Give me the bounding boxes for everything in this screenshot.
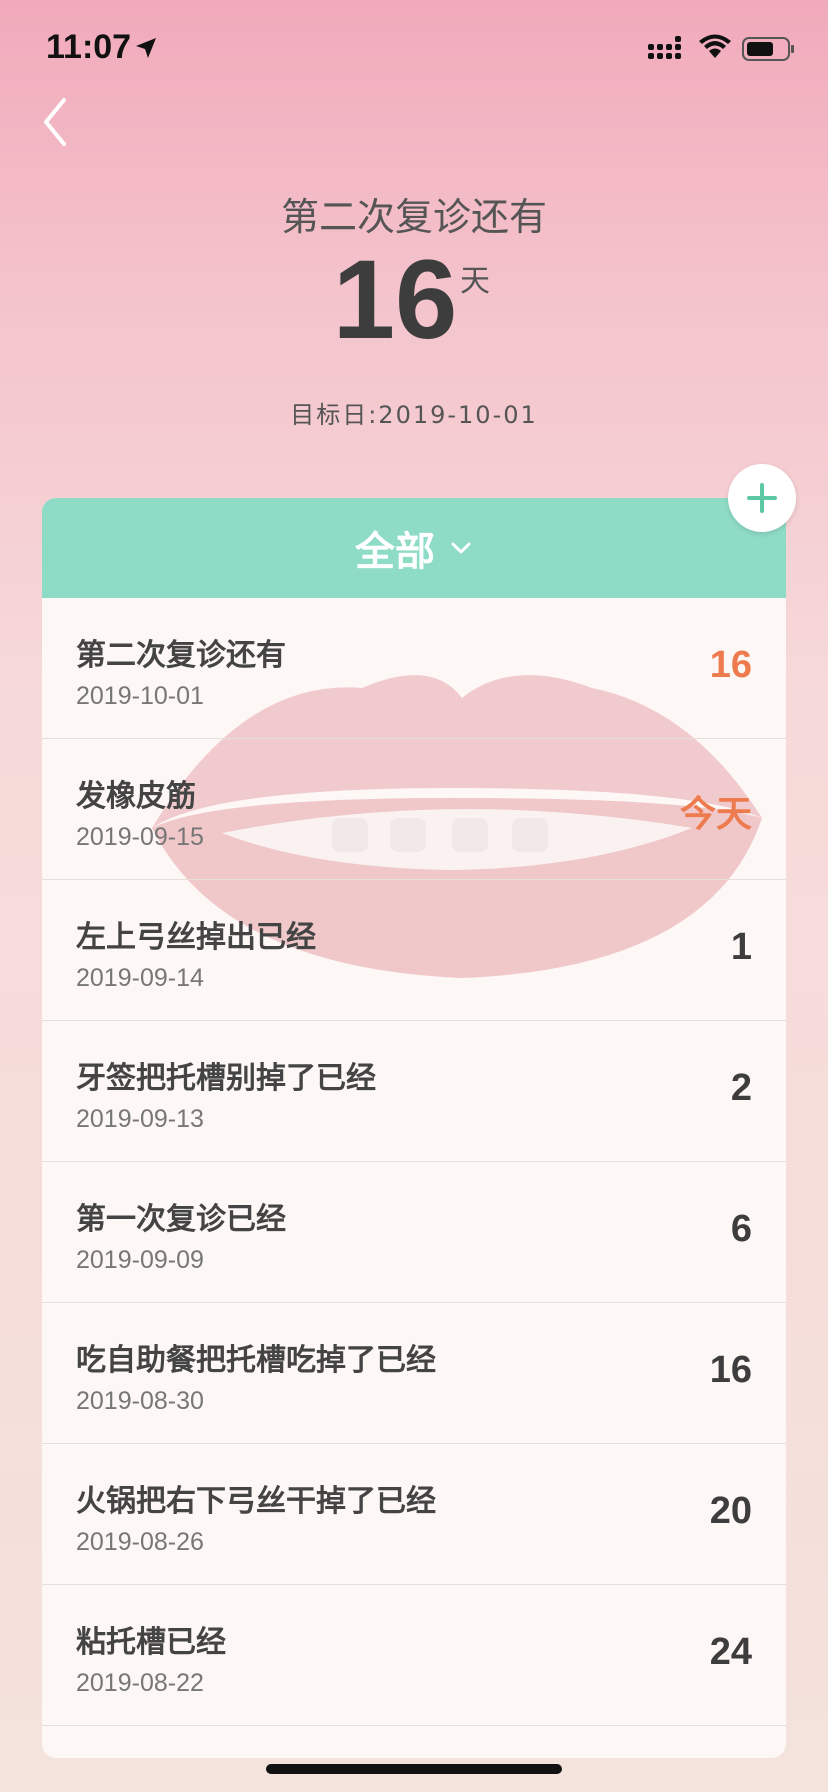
event-date: 2019-08-30 (76, 1387, 204, 1415)
status-time: 11:07 (46, 28, 132, 66)
wifi-icon (699, 34, 731, 58)
chevron-down-icon (451, 542, 471, 554)
event-date: 2019-10-01 (76, 682, 204, 710)
signal-icon (648, 36, 681, 59)
event-title: 吃自助餐把托槽吃掉了已经 (76, 1343, 436, 1378)
event-date: 2019-08-22 (76, 1669, 204, 1697)
countdown-title: 第二次复诊还有 (280, 195, 547, 239)
event-title: 牙签把托槽别掉了已经 (76, 1061, 376, 1096)
filter-label: 全部 (355, 529, 435, 575)
list-item[interactable]: 发橡皮筋 2019-09-15 今天 (42, 739, 786, 880)
list-item[interactable]: 牙签把托槽别掉了已经 2019-09-13 2 (42, 1021, 786, 1162)
event-days: 24 (709, 1631, 752, 1673)
home-indicator[interactable] (266, 1764, 562, 1774)
plus-icon (747, 483, 777, 513)
event-days: 1 (730, 926, 752, 968)
countdown-unit: 天 (460, 264, 490, 299)
event-list: 第二次复诊还有 2019-10-01 16 发橡皮筋 2019-09-15 今天… (42, 598, 786, 1726)
event-title: 发橡皮筋 (76, 779, 196, 814)
event-title: 第一次复诊已经 (76, 1202, 286, 1237)
list-item[interactable]: 吃自助餐把托槽吃掉了已经 2019-08-30 16 (42, 1303, 786, 1444)
event-days: 2 (730, 1067, 752, 1109)
list-item[interactable]: 火锅把右下弓丝干掉了已经 2019-08-26 20 (42, 1444, 786, 1585)
list-item[interactable]: 粘托槽已经 2019-08-22 24 (42, 1585, 786, 1726)
event-date: 2019-09-15 (76, 823, 204, 851)
event-days: 今天 (679, 794, 752, 835)
event-title: 第二次复诊还有 (76, 638, 286, 673)
event-days: 6 (730, 1208, 752, 1250)
event-days: 16 (709, 644, 752, 686)
location-arrow-icon (136, 38, 156, 58)
event-list-card: 全部 第二次复诊还有 2019-10-01 16 发橡皮筋 2019-09-15… (42, 498, 786, 1758)
event-days: 20 (709, 1490, 752, 1532)
chevron-left-icon (44, 98, 66, 146)
event-date: 2019-09-14 (76, 964, 204, 992)
event-title: 火锅把右下弓丝干掉了已经 (76, 1484, 436, 1519)
event-days: 16 (709, 1349, 752, 1391)
event-title: 左上弓丝掉出已经 (76, 920, 316, 955)
event-title: 粘托槽已经 (76, 1625, 226, 1660)
list-item[interactable]: 第一次复诊已经 2019-09-09 6 (42, 1162, 786, 1303)
list-item[interactable]: 第二次复诊还有 2019-10-01 16 (42, 598, 786, 739)
add-event-button[interactable] (728, 464, 796, 532)
filter-dropdown[interactable]: 全部 (42, 498, 786, 598)
event-date: 2019-08-26 (76, 1528, 204, 1556)
status-bar: 11:07 (0, 0, 828, 100)
event-date: 2019-09-09 (76, 1246, 204, 1274)
list-item[interactable]: 左上弓丝掉出已经 2019-09-14 1 (42, 880, 786, 1021)
target-date: 目标日:2019-10-01 (290, 401, 538, 429)
battery-icon (742, 37, 794, 61)
event-date: 2019-09-13 (76, 1105, 204, 1133)
back-button[interactable] (36, 94, 80, 150)
